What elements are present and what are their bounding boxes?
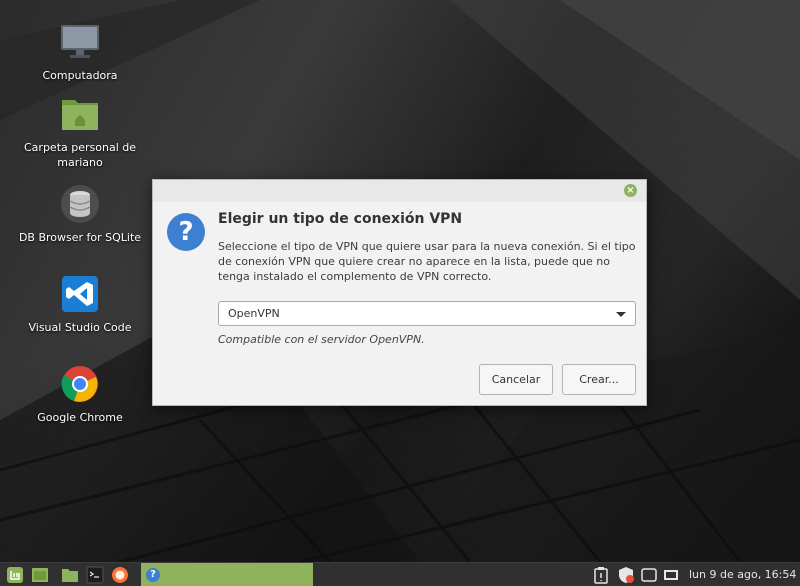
vscode-icon [60, 274, 100, 314]
mint-menu-icon[interactable] [6, 566, 24, 584]
question-icon: ? [167, 213, 205, 251]
desktop-icon-label: DB Browser for SQLite [18, 231, 142, 244]
vpn-type-selected: OpenVPN [228, 307, 280, 320]
taskbar-clock[interactable]: lun 9 de ago, 16:54 [689, 568, 796, 581]
desktop-icon-db-browser[interactable]: DB Browser for SQLite [18, 184, 142, 245]
vpn-type-select[interactable]: OpenVPN [218, 301, 636, 326]
taskbar-window-button[interactable]: ? [141, 563, 313, 586]
files-icon[interactable] [61, 566, 79, 584]
dialog-titlebar[interactable]: × [153, 180, 646, 202]
terminal-icon[interactable] [86, 566, 104, 584]
chrome-icon [60, 364, 100, 404]
desktop-icon-label: Carpeta personal de mariano [24, 141, 136, 169]
desktop-icon-computer[interactable]: Computadora [18, 22, 142, 83]
network-icon[interactable] [662, 566, 680, 584]
desktop-icon-vscode[interactable]: Visual Studio Code [18, 274, 142, 335]
close-button[interactable]: × [624, 184, 637, 197]
taskbar: ? lun 9 de ago, 16:54 [0, 562, 800, 586]
database-icon [60, 184, 100, 224]
cancel-button[interactable]: Cancelar [479, 364, 553, 395]
desktop-icon-label: Visual Studio Code [28, 321, 132, 334]
firefox-icon[interactable] [111, 566, 129, 584]
desktop-icon-home-folder[interactable]: Carpeta personal de mariano [18, 94, 142, 170]
compatibility-note: Compatible con el servidor OpenVPN. [218, 333, 425, 346]
dialog-description: Seleccione el tipo de VPN que quiere usa… [218, 240, 636, 283]
vpn-type-dialog: × ? Elegir un tipo de conexión VPN Selec… [152, 179, 647, 406]
desktop-icon-label: Google Chrome [37, 411, 123, 424]
question-icon: ? [146, 568, 160, 582]
home-folder-icon [60, 94, 100, 134]
display-icon[interactable] [640, 566, 658, 584]
create-button[interactable]: Crear... [562, 364, 636, 395]
dropdown-arrow-icon [616, 312, 626, 317]
desktop-icon-label: Computadora [42, 69, 118, 82]
desktop-icon-chrome[interactable]: Google Chrome [18, 364, 142, 425]
dialog-title: Elegir un tipo de conexión VPN [218, 211, 463, 227]
clipboard-icon[interactable] [592, 566, 610, 584]
show-desktop-icon[interactable] [31, 566, 49, 584]
shield-icon[interactable] [617, 566, 635, 584]
computer-icon [60, 22, 100, 62]
